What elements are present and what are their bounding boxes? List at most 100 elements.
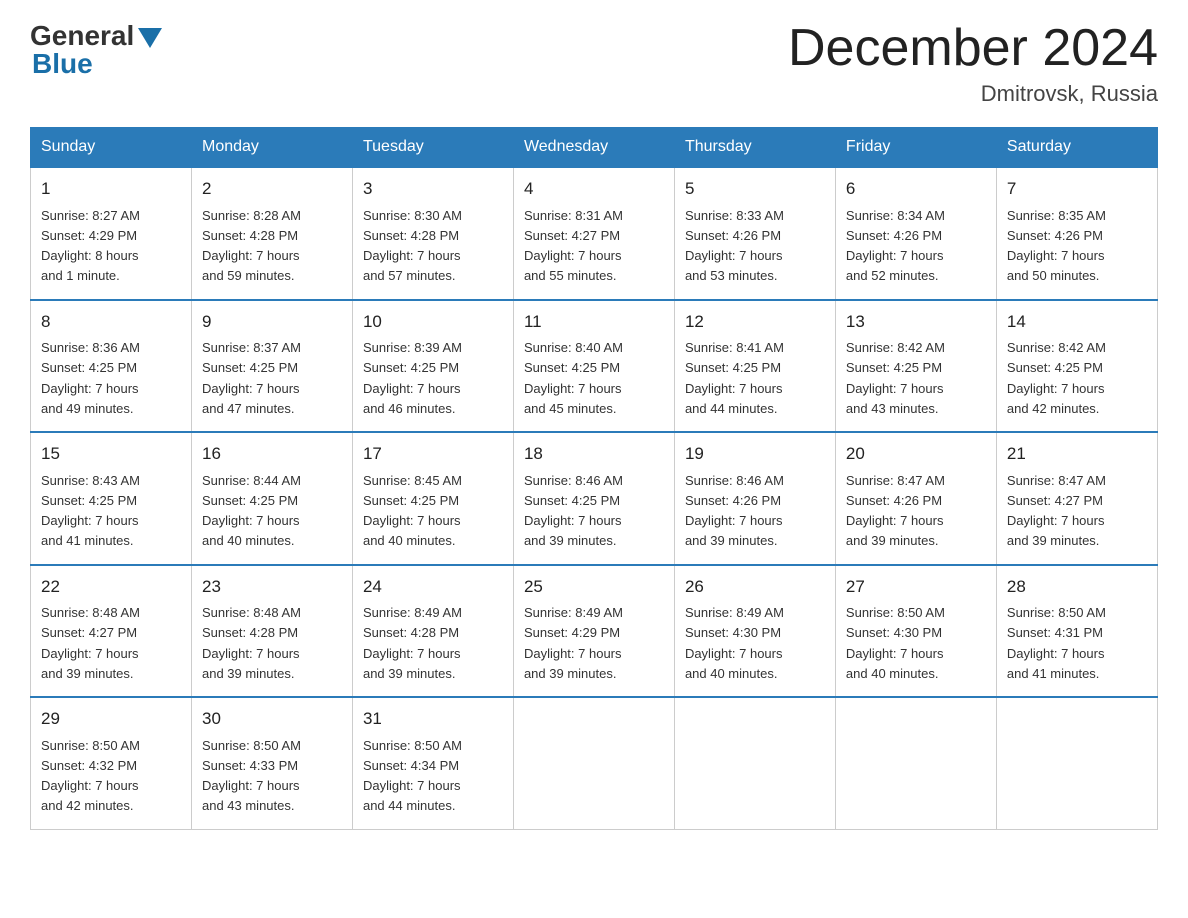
calendar-cell: 21 Sunrise: 8:47 AMSunset: 4:27 PMDaylig… [996,432,1157,565]
day-number: 9 [202,309,342,335]
day-info: Sunrise: 8:37 AMSunset: 4:25 PMDaylight:… [202,340,301,416]
day-number: 13 [846,309,986,335]
day-number: 25 [524,574,664,600]
calendar-cell: 4 Sunrise: 8:31 AMSunset: 4:27 PMDayligh… [513,167,674,300]
day-number: 26 [685,574,825,600]
day-info: Sunrise: 8:46 AMSunset: 4:26 PMDaylight:… [685,473,784,549]
calendar-cell: 19 Sunrise: 8:46 AMSunset: 4:26 PMDaylig… [674,432,835,565]
day-number: 17 [363,441,503,467]
day-info: Sunrise: 8:49 AMSunset: 4:28 PMDaylight:… [363,605,462,681]
calendar-cell: 7 Sunrise: 8:35 AMSunset: 4:26 PMDayligh… [996,167,1157,300]
day-info: Sunrise: 8:46 AMSunset: 4:25 PMDaylight:… [524,473,623,549]
day-number: 21 [1007,441,1147,467]
week-row-3: 15 Sunrise: 8:43 AMSunset: 4:25 PMDaylig… [31,432,1158,565]
day-number: 4 [524,176,664,202]
day-info: Sunrise: 8:42 AMSunset: 4:25 PMDaylight:… [846,340,945,416]
day-info: Sunrise: 8:44 AMSunset: 4:25 PMDaylight:… [202,473,301,549]
day-info: Sunrise: 8:35 AMSunset: 4:26 PMDaylight:… [1007,208,1106,284]
day-info: Sunrise: 8:49 AMSunset: 4:29 PMDaylight:… [524,605,623,681]
day-number: 29 [41,706,181,732]
calendar-cell [513,697,674,829]
day-info: Sunrise: 8:31 AMSunset: 4:27 PMDaylight:… [524,208,623,284]
day-number: 16 [202,441,342,467]
calendar-cell: 13 Sunrise: 8:42 AMSunset: 4:25 PMDaylig… [835,300,996,433]
calendar-cell: 2 Sunrise: 8:28 AMSunset: 4:28 PMDayligh… [191,167,352,300]
calendar-cell: 30 Sunrise: 8:50 AMSunset: 4:33 PMDaylig… [191,697,352,829]
day-number: 7 [1007,176,1147,202]
location: Dmitrovsk, Russia [788,81,1158,107]
week-row-4: 22 Sunrise: 8:48 AMSunset: 4:27 PMDaylig… [31,565,1158,698]
header-day-thursday: Thursday [674,128,835,168]
day-info: Sunrise: 8:50 AMSunset: 4:32 PMDaylight:… [41,738,140,814]
day-info: Sunrise: 8:41 AMSunset: 4:25 PMDaylight:… [685,340,784,416]
calendar-cell: 14 Sunrise: 8:42 AMSunset: 4:25 PMDaylig… [996,300,1157,433]
month-title: December 2024 [788,20,1158,77]
week-row-1: 1 Sunrise: 8:27 AMSunset: 4:29 PMDayligh… [31,167,1158,300]
logo-blue-text: Blue [32,48,93,80]
day-number: 5 [685,176,825,202]
day-info: Sunrise: 8:39 AMSunset: 4:25 PMDaylight:… [363,340,462,416]
day-info: Sunrise: 8:34 AMSunset: 4:26 PMDaylight:… [846,208,945,284]
calendar-cell: 27 Sunrise: 8:50 AMSunset: 4:30 PMDaylig… [835,565,996,698]
day-number: 15 [41,441,181,467]
calendar-cell: 26 Sunrise: 8:49 AMSunset: 4:30 PMDaylig… [674,565,835,698]
day-number: 19 [685,441,825,467]
day-info: Sunrise: 8:50 AMSunset: 4:34 PMDaylight:… [363,738,462,814]
day-number: 14 [1007,309,1147,335]
calendar-cell: 5 Sunrise: 8:33 AMSunset: 4:26 PMDayligh… [674,167,835,300]
day-number: 27 [846,574,986,600]
header-day-saturday: Saturday [996,128,1157,168]
day-number: 6 [846,176,986,202]
day-number: 20 [846,441,986,467]
calendar-cell: 20 Sunrise: 8:47 AMSunset: 4:26 PMDaylig… [835,432,996,565]
calendar-cell: 8 Sunrise: 8:36 AMSunset: 4:25 PMDayligh… [31,300,192,433]
calendar-cell: 31 Sunrise: 8:50 AMSunset: 4:34 PMDaylig… [352,697,513,829]
calendar-cell: 17 Sunrise: 8:45 AMSunset: 4:25 PMDaylig… [352,432,513,565]
day-info: Sunrise: 8:48 AMSunset: 4:28 PMDaylight:… [202,605,301,681]
day-number: 1 [41,176,181,202]
calendar-cell [996,697,1157,829]
calendar-cell: 22 Sunrise: 8:48 AMSunset: 4:27 PMDaylig… [31,565,192,698]
calendar-cell: 16 Sunrise: 8:44 AMSunset: 4:25 PMDaylig… [191,432,352,565]
day-number: 12 [685,309,825,335]
calendar-cell [835,697,996,829]
calendar-cell: 29 Sunrise: 8:50 AMSunset: 4:32 PMDaylig… [31,697,192,829]
day-number: 24 [363,574,503,600]
day-number: 10 [363,309,503,335]
calendar-cell: 1 Sunrise: 8:27 AMSunset: 4:29 PMDayligh… [31,167,192,300]
logo-arrow-icon [138,28,162,48]
calendar-cell: 23 Sunrise: 8:48 AMSunset: 4:28 PMDaylig… [191,565,352,698]
day-number: 2 [202,176,342,202]
week-row-2: 8 Sunrise: 8:36 AMSunset: 4:25 PMDayligh… [31,300,1158,433]
day-number: 22 [41,574,181,600]
day-info: Sunrise: 8:43 AMSunset: 4:25 PMDaylight:… [41,473,140,549]
day-info: Sunrise: 8:27 AMSunset: 4:29 PMDaylight:… [41,208,140,284]
header-row: SundayMondayTuesdayWednesdayThursdayFrid… [31,128,1158,168]
day-info: Sunrise: 8:47 AMSunset: 4:27 PMDaylight:… [1007,473,1106,549]
calendar-cell: 18 Sunrise: 8:46 AMSunset: 4:25 PMDaylig… [513,432,674,565]
calendar-cell [674,697,835,829]
calendar-cell: 25 Sunrise: 8:49 AMSunset: 4:29 PMDaylig… [513,565,674,698]
calendar-cell: 3 Sunrise: 8:30 AMSunset: 4:28 PMDayligh… [352,167,513,300]
header-day-wednesday: Wednesday [513,128,674,168]
calendar-cell: 11 Sunrise: 8:40 AMSunset: 4:25 PMDaylig… [513,300,674,433]
day-number: 28 [1007,574,1147,600]
calendar-cell: 9 Sunrise: 8:37 AMSunset: 4:25 PMDayligh… [191,300,352,433]
title-area: December 2024 Dmitrovsk, Russia [788,20,1158,107]
calendar-cell: 15 Sunrise: 8:43 AMSunset: 4:25 PMDaylig… [31,432,192,565]
header-day-monday: Monday [191,128,352,168]
day-number: 8 [41,309,181,335]
calendar-cell: 12 Sunrise: 8:41 AMSunset: 4:25 PMDaylig… [674,300,835,433]
day-info: Sunrise: 8:49 AMSunset: 4:30 PMDaylight:… [685,605,784,681]
logo: General Blue [30,20,162,80]
day-info: Sunrise: 8:36 AMSunset: 4:25 PMDaylight:… [41,340,140,416]
calendar-cell: 28 Sunrise: 8:50 AMSunset: 4:31 PMDaylig… [996,565,1157,698]
header-day-tuesday: Tuesday [352,128,513,168]
calendar-cell: 10 Sunrise: 8:39 AMSunset: 4:25 PMDaylig… [352,300,513,433]
calendar-cell: 24 Sunrise: 8:49 AMSunset: 4:28 PMDaylig… [352,565,513,698]
page-header: General Blue December 2024 Dmitrovsk, Ru… [30,20,1158,107]
day-info: Sunrise: 8:42 AMSunset: 4:25 PMDaylight:… [1007,340,1106,416]
week-row-5: 29 Sunrise: 8:50 AMSunset: 4:32 PMDaylig… [31,697,1158,829]
calendar-table: SundayMondayTuesdayWednesdayThursdayFrid… [30,127,1158,830]
day-info: Sunrise: 8:50 AMSunset: 4:33 PMDaylight:… [202,738,301,814]
